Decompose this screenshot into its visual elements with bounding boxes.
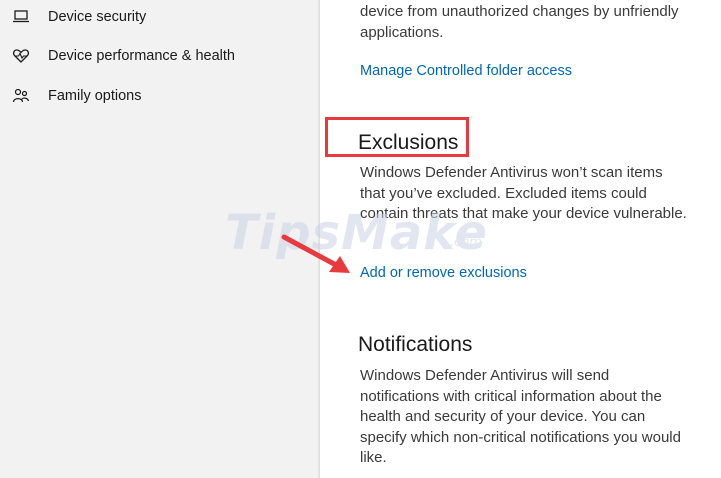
sidebar-item-device-performance-health[interactable]: Device performance & health <box>0 39 318 73</box>
sidebar-item-label: Device security <box>48 9 147 25</box>
sidebar-item-family-options[interactable]: Family options <box>0 79 318 113</box>
main-content: device from unauthorized changes by unfr… <box>320 0 721 478</box>
exclusions-description: Windows Defender Antivirus won’t scan it… <box>360 164 687 222</box>
laptop-icon <box>12 8 30 26</box>
sidebar-item-device-security[interactable]: Device security <box>0 0 318 34</box>
exclusions-highlight-box <box>325 117 469 157</box>
sidebar-item-label: Family options <box>48 88 142 104</box>
annotation-arrow <box>281 234 350 273</box>
sidebar-item-label: Device performance & health <box>48 48 235 64</box>
add-remove-exclusions-link[interactable]: Add or remove exclusions <box>360 265 527 281</box>
notifications-description: Windows Defender Antivirus will send not… <box>360 367 681 466</box>
notifications-heading: Notifications <box>358 333 473 356</box>
sidebar: Device security Device performance & hea… <box>0 0 320 478</box>
manage-controlled-folder-access-link[interactable]: Manage Controlled folder access <box>360 63 572 79</box>
heart-icon <box>12 47 30 65</box>
family-icon <box>12 87 30 105</box>
controlled-folder-description: device from unauthorized changes by unfr… <box>360 3 679 41</box>
